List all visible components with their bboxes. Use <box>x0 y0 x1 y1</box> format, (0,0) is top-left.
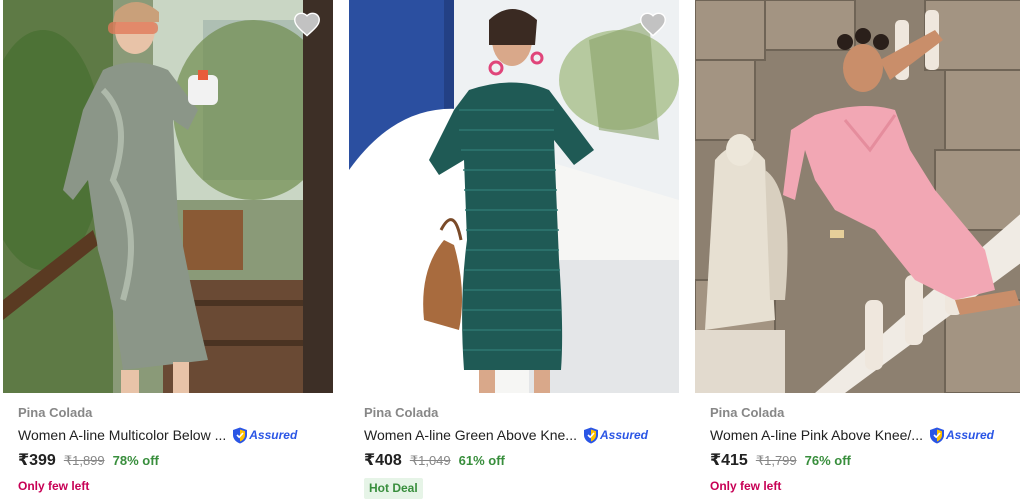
product-title[interactable]: Women A-line Pink Above Knee/... <box>710 427 923 443</box>
product-card[interactable]: Pina Colada Women A-line Green Above Kne… <box>349 0 679 499</box>
price-row: ₹415 ₹1,799 76% off <box>710 450 851 470</box>
assured-badge: Assured <box>929 427 994 444</box>
product-image[interactable] <box>695 0 1020 393</box>
product-card[interactable]: Pina Colada Women A-line Multicolor Belo… <box>3 0 333 499</box>
original-price: ₹1,899 <box>63 453 105 468</box>
selling-price: ₹399 <box>18 452 56 469</box>
stock-urgency-label: Only few left <box>18 479 90 493</box>
hot-deal-badge: Hot Deal <box>364 478 423 499</box>
assured-label: Assured <box>945 428 995 442</box>
selling-price: ₹408 <box>364 452 402 469</box>
product-title-row: Women A-line Pink Above Knee/... Assured <box>710 425 994 445</box>
assured-shield-icon <box>929 427 944 443</box>
wishlist-button[interactable] <box>639 11 667 37</box>
product-photo <box>349 0 679 393</box>
product-grid: Pina Colada Women A-line Multicolor Belo… <box>0 0 1020 499</box>
assured-badge: Assured <box>583 427 648 444</box>
price-row: ₹408 ₹1,049 61% off <box>364 450 505 470</box>
product-image[interactable] <box>3 0 333 393</box>
original-price: ₹1,799 <box>755 453 797 468</box>
discount-percent: 76% off <box>804 453 851 468</box>
heart-icon <box>294 12 320 37</box>
product-brand: Pina Colada <box>364 405 439 420</box>
product-brand: Pina Colada <box>18 405 93 420</box>
assured-shield-icon <box>233 427 248 443</box>
selling-price: ₹415 <box>710 452 748 469</box>
stock-urgency-label: Only few left <box>710 479 782 493</box>
product-title-row: Women A-line Green Above Kne... Assured <box>364 425 648 445</box>
product-title[interactable]: Women A-line Multicolor Below ... <box>18 427 226 443</box>
product-title-row: Women A-line Multicolor Below ... Assure… <box>18 425 297 445</box>
assured-label: Assured <box>249 428 298 442</box>
product-photo <box>3 0 333 393</box>
product-image[interactable] <box>349 0 679 393</box>
product-brand: Pina Colada <box>710 405 785 420</box>
heart-icon <box>640 12 666 37</box>
assured-badge: Assured <box>232 427 297 444</box>
assured-shield-icon <box>583 427 598 443</box>
product-photo <box>695 0 1020 393</box>
product-card[interactable]: Pina Colada Women A-line Pink Above Knee… <box>695 0 1020 499</box>
assured-label: Assured <box>599 428 649 442</box>
wishlist-button[interactable] <box>293 11 321 37</box>
discount-percent: 61% off <box>458 453 505 468</box>
price-row: ₹399 ₹1,899 78% off <box>18 450 159 470</box>
original-price: ₹1,049 <box>409 453 451 468</box>
discount-percent: 78% off <box>112 453 159 468</box>
product-title[interactable]: Women A-line Green Above Kne... <box>364 427 577 443</box>
